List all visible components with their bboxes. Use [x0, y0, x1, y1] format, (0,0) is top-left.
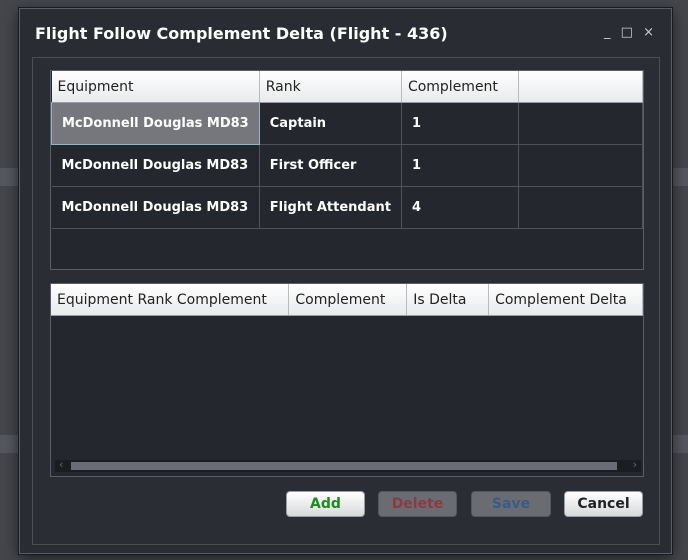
cell-rank[interactable]: First Officer [259, 144, 402, 187]
equipment-rank-grid: Equipment Rank Complement McDonnell Doug… [50, 70, 644, 270]
column-header-rank[interactable]: Rank [259, 71, 402, 103]
cell-complement[interactable]: 4 [401, 186, 519, 229]
column-header-empty [518, 71, 643, 103]
column-header-complement[interactable]: Complement [288, 284, 408, 316]
add-button[interactable]: Add [286, 491, 365, 517]
background-row [0, 435, 20, 453]
column-header-complement-delta[interactable]: Complement Delta [488, 284, 643, 316]
save-button[interactable]: Save [471, 491, 551, 517]
dialog-title: Flight Follow Complement Delta (Flight -… [35, 24, 448, 43]
scroll-right-icon[interactable]: › [633, 458, 637, 471]
close-icon[interactable]: × [643, 25, 657, 40]
complement-delta-table: Equipment Rank Complement Complement Is … [51, 284, 643, 316]
window-controls: _ □ × [604, 25, 657, 40]
table-row[interactable]: McDonnell Douglas MD83 First Officer 1 [51, 144, 643, 187]
table-header-row: Equipment Rank Complement [51, 71, 643, 103]
table-row[interactable]: McDonnell Douglas MD83 Flight Attendant … [51, 186, 643, 229]
scrollbar-thumb[interactable] [71, 462, 617, 470]
horizontal-scrollbar[interactable]: ‹ › [55, 458, 641, 472]
dialog-titlebar[interactable]: Flight Follow Complement Delta (Flight -… [20, 9, 671, 49]
cell-complement[interactable]: 1 [401, 102, 519, 145]
background-row [0, 168, 20, 186]
delete-button[interactable]: Delete [378, 491, 457, 517]
cell-rank[interactable]: Captain [259, 102, 402, 145]
maximize-icon[interactable]: □ [621, 25, 636, 40]
complement-delta-dialog: Flight Follow Complement Delta (Flight -… [19, 8, 672, 554]
cell-equipment[interactable]: McDonnell Douglas MD83 [51, 186, 260, 229]
column-header-equipment[interactable]: Equipment [51, 71, 260, 103]
cell-equipment[interactable]: McDonnell Douglas MD83 [51, 144, 260, 187]
cell-empty[interactable] [518, 186, 643, 229]
column-header-complement[interactable]: Complement [401, 71, 519, 103]
dialog-content: Equipment Rank Complement McDonnell Doug… [32, 57, 660, 545]
background-row [670, 435, 688, 453]
table-row[interactable]: McDonnell Douglas MD83 Captain 1 [51, 102, 643, 145]
cell-rank[interactable]: Flight Attendant [259, 186, 402, 229]
table-header-row: Equipment Rank Complement Complement Is … [51, 284, 643, 316]
equipment-rank-table: Equipment Rank Complement McDonnell Doug… [51, 71, 643, 229]
minimize-icon[interactable]: _ [604, 25, 614, 40]
column-header-is-delta[interactable]: Is Delta [406, 284, 490, 316]
complement-delta-grid: Equipment Rank Complement Complement Is … [50, 283, 644, 477]
cell-empty[interactable] [518, 144, 643, 187]
scroll-left-icon[interactable]: ‹ [59, 458, 63, 471]
cell-complement[interactable]: 1 [401, 144, 519, 187]
column-header-equipment-rank-complement[interactable]: Equipment Rank Complement [51, 284, 290, 316]
background-row [670, 168, 688, 186]
cell-equipment[interactable]: McDonnell Douglas MD83 [51, 102, 260, 145]
cancel-button[interactable]: Cancel [564, 491, 643, 517]
cell-empty[interactable] [518, 102, 643, 145]
